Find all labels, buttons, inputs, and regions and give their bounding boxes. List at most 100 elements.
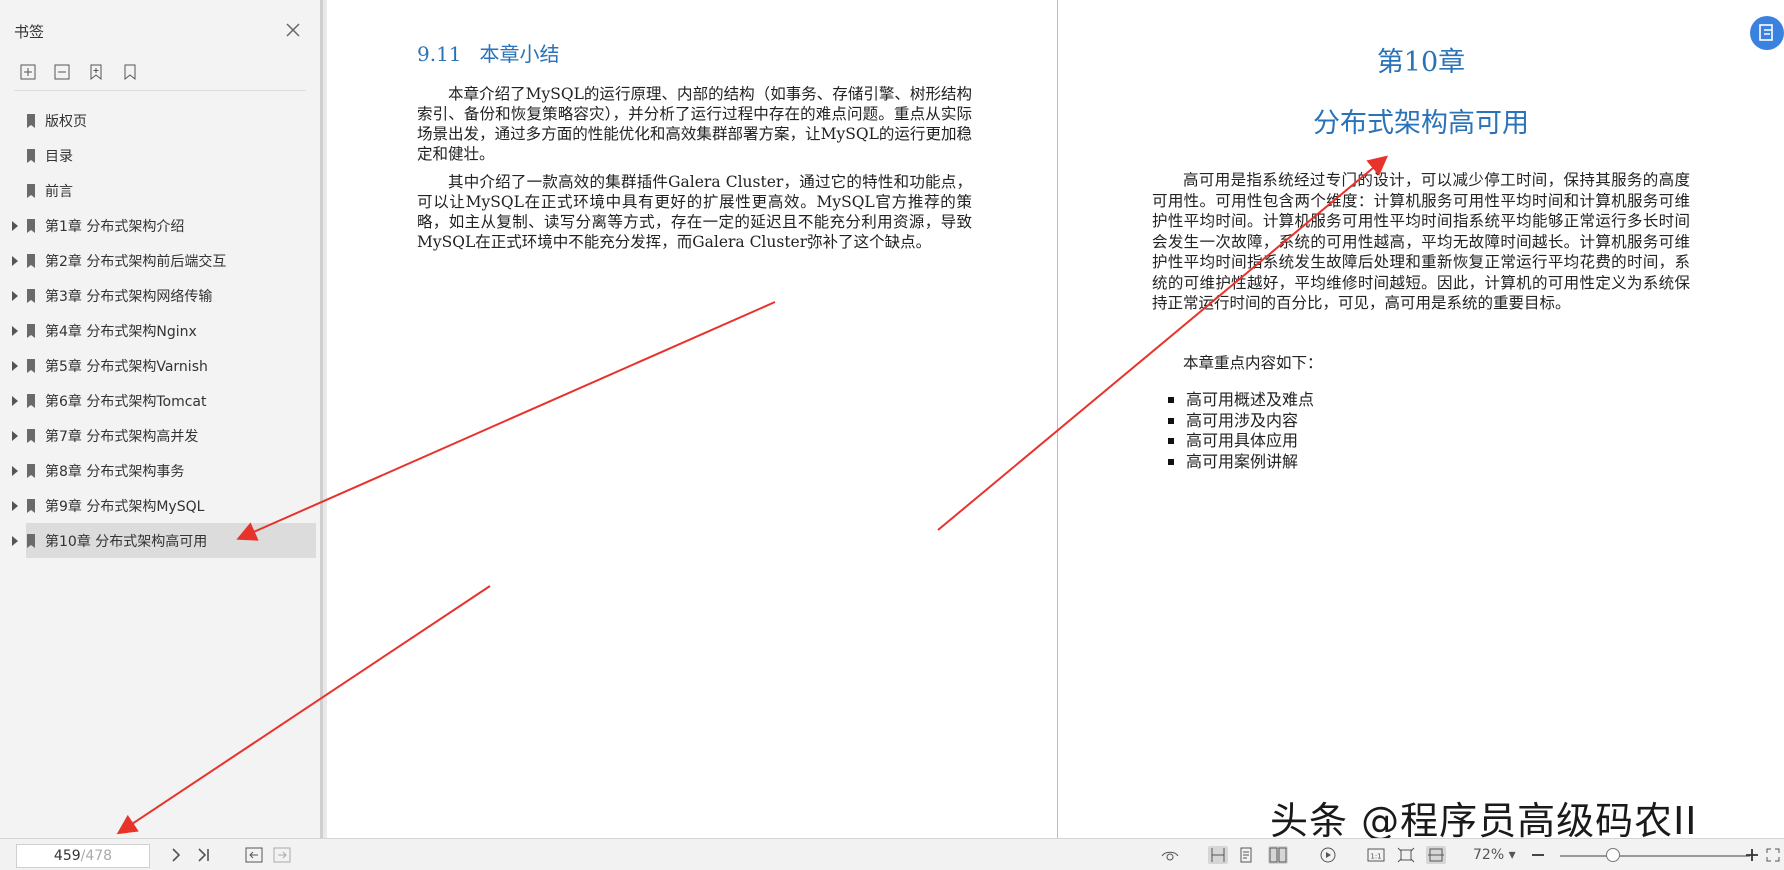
status-bar: 459/478 1:1 72% ▾ [0,838,1784,870]
fit-page-icon[interactable] [1396,846,1416,864]
zoom-value: 72% [1473,847,1505,863]
zoom-slider[interactable] [1560,855,1750,857]
bookmark-item[interactable]: 第4章 分布式架构Nginx [0,313,320,348]
zoom-in-icon[interactable] [1742,846,1762,864]
bookmark-label: 第7章 分布式架构高并发 [45,428,199,445]
section-title: 本章小结 [479,42,560,66]
bookmark-flag-icon [27,323,35,338]
bookmark-label: 第1章 分布式架构介绍 [45,218,185,235]
expand-arrow-icon[interactable] [12,220,18,231]
convert-document-button[interactable] [1750,16,1784,50]
chapter-number: 第10章 [1376,47,1466,78]
bookmark-label: 前言 [45,183,73,200]
bookmark-label: 目录 [45,148,73,165]
bookmark-label: 第10章 分布式架构高可用 [45,533,208,550]
document-icon [1759,24,1773,41]
bookmark-item[interactable]: 第1章 分布式架构介绍 [0,208,320,243]
bookmark-flag-icon [27,218,35,233]
bookmark-flag-icon [27,498,35,513]
total-pages: /478 [80,848,113,864]
bookmark-flag-icon [27,533,35,548]
expand-arrow-icon[interactable] [12,255,18,266]
bookmark-panel: 书签 版权页目录前言第1章 分布式架构介绍第2章 分布式架构前后端交互 第3章 分… [0,0,323,838]
expand-arrow-icon[interactable] [12,325,18,336]
bookmark-label: 第2章 分布式架构前后端交互 [45,253,227,270]
paragraph: 其中介绍了一款高效的集群插件Galera Cluster，通过它的特性和功能点，… [417,173,972,251]
bookmark-item[interactable]: 版权页 [0,103,320,138]
single-page-view-icon[interactable] [1208,846,1228,864]
panel-title: 书签 [14,23,45,41]
zoom-slider-thumb[interactable] [1606,848,1621,862]
bookmark-item[interactable]: 第8章 分布式架构事务 [0,453,320,488]
current-page: 459 [53,848,81,864]
pdf-page-right: 第10章 分布式架构高可用 高可用是指系统经过专门的设计，可以减少停工时间，保持… [1058,0,1784,838]
bookmark-item[interactable]: 第5章 分布式架构Varnish [0,348,320,383]
expand-arrow-icon[interactable] [12,430,18,441]
chapter-title: 分布式架构高可用 [1313,108,1529,139]
zoom-dropdown[interactable]: 72% ▾ [1473,847,1516,863]
bookmark-item[interactable]: 第3章 分布式架构网络传输 [0,278,320,313]
collapse-all-icon[interactable] [52,62,72,82]
actual-size-icon[interactable]: 1:1 [1366,846,1386,864]
bookmark-toolbar [18,62,140,82]
bookmark-icon[interactable] [120,62,140,82]
section-number: 9.11 [417,42,462,66]
bookmark-item[interactable]: 第6章 分布式架构Tomcat [0,383,320,418]
bookmark-item[interactable]: 第10章 分布式架构高可用 [0,523,320,558]
paragraph: 本章重点内容如下： [1183,354,1323,372]
forward-icon[interactable] [272,846,292,864]
expand-arrow-icon[interactable] [12,500,18,511]
expand-arrow-icon[interactable] [12,395,18,406]
list-item: 高可用具体应用 [1168,431,1314,452]
bookmark-flag-icon [27,183,35,198]
expand-arrow-icon[interactable] [12,360,18,371]
bookmark-item[interactable]: 第2章 分布式架构前后端交互 [0,243,320,278]
bookmark-flag-icon [27,428,35,443]
bookmark-flag-icon [27,358,35,373]
divider [14,90,306,91]
bookmark-flag-icon [27,253,35,268]
bookmark-label: 第4章 分布式架构Nginx [45,323,197,340]
bookmark-flag-icon [27,393,35,408]
bookmark-item[interactable]: 第9章 分布式架构MySQL [0,488,320,523]
last-page-icon[interactable] [194,846,214,864]
bookmark-label: 第6章 分布式架构Tomcat [45,393,207,410]
bookmark-flag-icon [27,113,35,128]
add-bookmark-icon[interactable] [86,62,106,82]
bookmark-item[interactable]: 第7章 分布式架构高并发 [0,418,320,453]
expand-arrow-icon[interactable] [12,465,18,476]
play-icon[interactable] [1318,846,1338,864]
bullet-list: 高可用概述及难点 高可用涉及内容 高可用具体应用 高可用案例讲解 [1168,390,1314,472]
zoom-out-icon[interactable] [1528,846,1548,864]
list-item: 高可用案例讲解 [1168,452,1314,473]
two-page-view-icon[interactable] [1268,846,1288,864]
bookmark-flag-icon [27,463,35,478]
bookmark-label: 第9章 分布式架构MySQL [45,498,205,515]
section-heading: 9.11 本章小结 [417,38,560,67]
continuous-view-icon[interactable] [1236,846,1256,864]
watermark: 头条 @程序员高级码农II [1270,799,1698,843]
bookmark-flag-icon [27,148,35,163]
list-item: 高可用涉及内容 [1168,411,1314,432]
bookmark-list: 版权页目录前言第1章 分布式架构介绍第2章 分布式架构前后端交互 第3章 分布式架… [0,103,320,558]
next-page-icon[interactable] [166,846,186,864]
close-icon[interactable] [283,20,303,40]
fullscreen-icon[interactable] [1764,846,1782,864]
fit-width-icon[interactable] [1426,846,1446,864]
expand-arrow-icon[interactable] [12,290,18,301]
expand-arrow-icon[interactable] [12,535,18,546]
paragraph: 高可用是指系统经过专门的设计，可以减少停工时间，保持其服务的高度可用性。可用性包… [1152,171,1690,312]
bookmark-label: 第3章 分布式架构网络传输 [45,288,213,305]
bookmark-item[interactable]: 前言 [0,173,320,208]
bookmark-flag-icon [27,288,35,303]
list-item: 高可用概述及难点 [1168,390,1314,411]
eye-protection-icon[interactable] [1160,846,1180,864]
back-icon[interactable] [244,846,264,864]
expand-all-icon[interactable] [18,62,38,82]
bookmark-item[interactable]: 目录 [0,138,320,173]
svg-text:1:1: 1:1 [1370,853,1381,861]
page-number-input[interactable]: 459/478 [16,844,150,868]
pdf-page-left: 9.11 本章小结 本章介绍了MySQL的运行原理、内部的结构（如事务、存储引擎、… [327,0,1058,838]
bookmark-label: 第5章 分布式架构Varnish [45,358,208,375]
bookmark-label: 版权页 [45,113,87,130]
